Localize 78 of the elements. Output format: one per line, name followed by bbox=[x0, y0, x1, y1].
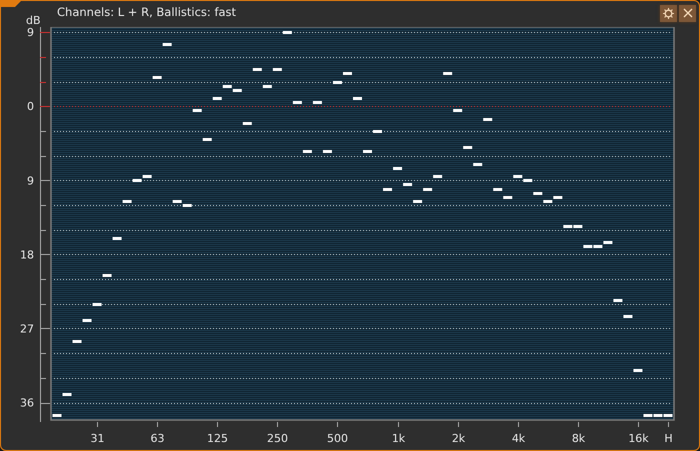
peak-marker bbox=[202, 138, 212, 141]
peak-marker bbox=[152, 76, 162, 79]
tick-mark bbox=[458, 422, 459, 428]
peak-marker bbox=[162, 43, 172, 46]
peak-marker bbox=[463, 146, 472, 149]
peak-marker bbox=[403, 183, 412, 186]
tick-mark bbox=[337, 422, 338, 428]
peak-marker bbox=[302, 150, 312, 153]
peak-marker bbox=[272, 68, 282, 71]
tick-label: 27 bbox=[20, 322, 34, 336]
window-title: Channels: L + R, Ballistics: fast bbox=[57, 5, 238, 19]
peak-marker bbox=[433, 175, 442, 178]
tick-mark bbox=[578, 422, 579, 428]
peak-marker bbox=[503, 196, 512, 199]
peak-marker bbox=[633, 369, 642, 372]
tick-label: 9 bbox=[27, 174, 34, 188]
peak-marker bbox=[72, 340, 82, 343]
peak-marker bbox=[92, 303, 102, 306]
peak-marker bbox=[282, 31, 292, 34]
peak-marker bbox=[112, 237, 122, 240]
gear-icon bbox=[663, 8, 674, 18]
peak-marker bbox=[52, 414, 62, 417]
peak-marker bbox=[292, 101, 302, 104]
peak-marker bbox=[82, 319, 92, 322]
tick-label: 16k bbox=[628, 432, 649, 445]
settings-button[interactable] bbox=[660, 4, 677, 22]
peak-marker bbox=[613, 299, 622, 302]
tick-label: 31 bbox=[90, 432, 104, 445]
peak-marker bbox=[353, 97, 362, 100]
peak-marker bbox=[483, 118, 492, 121]
tick-mark bbox=[277, 422, 278, 428]
tick-label: 18 bbox=[20, 248, 34, 262]
peak-marker bbox=[383, 188, 392, 191]
peak-marker bbox=[262, 85, 272, 88]
tick-label: 9 bbox=[27, 27, 34, 40]
peak-marker bbox=[322, 150, 332, 153]
tick-mark bbox=[157, 422, 158, 428]
peak-marker bbox=[423, 188, 432, 191]
peak-marker bbox=[533, 192, 542, 195]
peak-marker bbox=[212, 97, 222, 100]
peak-marker bbox=[453, 109, 462, 112]
peak-marker bbox=[363, 150, 372, 153]
peak-marker bbox=[623, 315, 632, 318]
tick-mark bbox=[217, 422, 218, 428]
peak-marker bbox=[192, 109, 202, 112]
peak-marker bbox=[413, 200, 422, 203]
close-button[interactable] bbox=[679, 4, 696, 22]
tick-label: 125 bbox=[207, 432, 228, 445]
tick-label: 250 bbox=[267, 432, 288, 445]
tick-mark bbox=[518, 422, 519, 428]
close-icon bbox=[682, 8, 692, 18]
peak-marker bbox=[102, 274, 112, 277]
tick-label: 8k bbox=[572, 432, 586, 445]
tick-label: 1k bbox=[392, 432, 406, 445]
peak-marker bbox=[122, 200, 132, 203]
axis-label: dB bbox=[26, 14, 42, 27]
peak-marker bbox=[312, 101, 322, 104]
peak-marker bbox=[62, 393, 72, 396]
peak-marker bbox=[252, 68, 262, 71]
peak-marker bbox=[473, 163, 482, 166]
tick-label: 36 bbox=[20, 396, 34, 410]
peak-marker bbox=[393, 167, 402, 170]
peak-marker bbox=[332, 81, 342, 84]
peak-marker bbox=[342, 72, 352, 75]
tick-label: H bbox=[664, 432, 673, 445]
tick-label: 0 bbox=[27, 100, 34, 114]
tick-mark bbox=[638, 422, 639, 428]
peak-marker bbox=[443, 72, 452, 75]
peak-marker bbox=[493, 188, 502, 191]
peak-marker bbox=[242, 122, 252, 125]
tick-mark bbox=[97, 422, 98, 428]
tick-label: 4k bbox=[512, 432, 526, 445]
tick-label: 63 bbox=[150, 432, 164, 445]
tick-label: 500 bbox=[327, 432, 348, 445]
peak-marker bbox=[373, 130, 382, 133]
tick-mark bbox=[668, 422, 669, 428]
tick-label: 2k bbox=[452, 432, 466, 445]
tick-mark bbox=[398, 422, 399, 428]
